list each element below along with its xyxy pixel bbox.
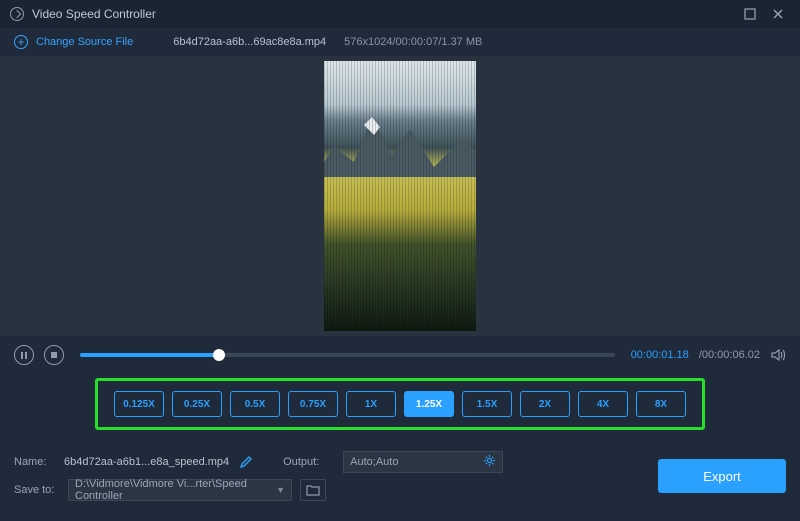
- name-value: 6b4d72aa-a6b1...e8a_speed.mp4: [64, 456, 229, 468]
- source-filename: 6b4d72aa-a6b...69ac8e8a.mp4: [173, 36, 326, 48]
- timeline-fill: [80, 353, 219, 357]
- open-folder-button[interactable]: [300, 479, 326, 501]
- stop-button[interactable]: [44, 345, 64, 365]
- minimize-button[interactable]: [738, 4, 762, 24]
- current-time: 00:00:01.18: [631, 349, 689, 361]
- speed-0-25x[interactable]: 0.25X: [172, 391, 222, 417]
- speed-4x[interactable]: 4X: [578, 391, 628, 417]
- app-logo-icon: [10, 7, 24, 21]
- timeline-slider[interactable]: [80, 353, 615, 357]
- save-path-select[interactable]: D:\Vidmore\Vidmore Vi...rter\Speed Contr…: [68, 479, 292, 501]
- output-label: Output:: [283, 456, 333, 468]
- volume-button[interactable]: [770, 347, 786, 363]
- chevron-down-icon: ▼: [276, 485, 285, 495]
- name-label: Name:: [14, 456, 64, 468]
- speed-0-5x[interactable]: 0.5X: [230, 391, 280, 417]
- plus-circle-icon: +: [14, 35, 28, 49]
- speed-1-5x[interactable]: 1.5X: [462, 391, 512, 417]
- save-path-value: D:\Vidmore\Vidmore Vi...rter\Speed Contr…: [75, 478, 276, 502]
- speed-controls-highlight: 0.125X 0.25X 0.5X 0.75X 1X 1.25X 1.5X 2X…: [95, 378, 705, 430]
- change-source-label: Change Source File: [36, 36, 133, 48]
- change-source-button[interactable]: + Change Source File: [14, 35, 133, 49]
- timeline-knob[interactable]: [213, 349, 225, 361]
- stop-icon: [51, 352, 57, 358]
- title-bar: Video Speed Controller: [0, 0, 800, 28]
- pause-button[interactable]: [14, 345, 34, 365]
- speed-1x[interactable]: 1X: [346, 391, 396, 417]
- source-metadata: 576x1024/00:00:07/1.37 MB: [344, 36, 482, 48]
- speed-controls-wrap: 0.125X 0.25X 0.5X 0.75X 1X 1.25X 1.5X 2X…: [0, 374, 800, 440]
- speed-2x[interactable]: 2X: [520, 391, 570, 417]
- video-preview-area: [0, 56, 800, 336]
- total-time: /00:00:06.02: [699, 349, 760, 361]
- rename-button[interactable]: [239, 455, 253, 469]
- export-button[interactable]: Export: [658, 459, 786, 493]
- playback-row: 00:00:01.18/00:00:06.02: [0, 336, 800, 374]
- output-select[interactable]: Auto;Auto: [343, 451, 503, 473]
- video-preview[interactable]: [324, 61, 476, 331]
- speed-0-125x[interactable]: 0.125X: [114, 391, 164, 417]
- pause-icon: [21, 352, 27, 359]
- speed-8x[interactable]: 8X: [636, 391, 686, 417]
- gear-icon[interactable]: [483, 454, 496, 470]
- output-value: Auto;Auto: [350, 456, 398, 468]
- save-label: Save to:: [14, 484, 64, 496]
- row-name: Name: 6b4d72aa-a6b1...e8a_speed.mp4 Outp…: [14, 448, 658, 476]
- footer: Name: 6b4d72aa-a6b1...e8a_speed.mp4 Outp…: [0, 440, 800, 512]
- row-save: Save to: D:\Vidmore\Vidmore Vi...rter\Sp…: [14, 476, 658, 504]
- speed-0-75x[interactable]: 0.75X: [288, 391, 338, 417]
- window-title: Video Speed Controller: [32, 7, 156, 21]
- source-bar: + Change Source File 6b4d72aa-a6b...69ac…: [0, 28, 800, 56]
- close-button[interactable]: [766, 4, 790, 24]
- speed-1-25x[interactable]: 1.25X: [404, 391, 454, 417]
